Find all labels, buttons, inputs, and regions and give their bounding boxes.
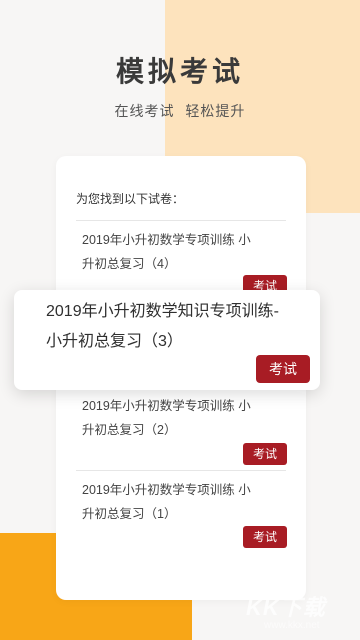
exam-start-button[interactable]: 考试 (243, 443, 287, 465)
watermark: KK下载 www.kkx.net (246, 590, 356, 636)
highlighted-exam-title[interactable]: 2019年小升初数学知识专项训练-小升初总复习（3） (46, 297, 282, 357)
page-subtitle: 在线考试 轻松提升 (114, 103, 246, 119)
exam-item-title[interactable]: 2019年小升初数学专项训练 小升初总复习（4） (82, 228, 262, 276)
exam-item-title[interactable]: 2019年小升初数学专项训练 小升初总复习（2） (82, 394, 262, 442)
highlighted-exam-start-button[interactable]: 考试 (256, 355, 310, 383)
exam-item-title[interactable]: 2019年小升初数学专项训练 小升初总复习（1） (82, 478, 262, 526)
page-title: 模拟考试 (115, 56, 244, 87)
divider (76, 470, 286, 471)
watermark-logo: KK下载 (246, 595, 326, 620)
watermark-url: www.kkx.net (264, 620, 320, 631)
divider (76, 220, 286, 221)
card-heading: 为您找到以下试卷： (76, 192, 185, 206)
exam-start-button[interactable]: 考试 (243, 526, 287, 548)
